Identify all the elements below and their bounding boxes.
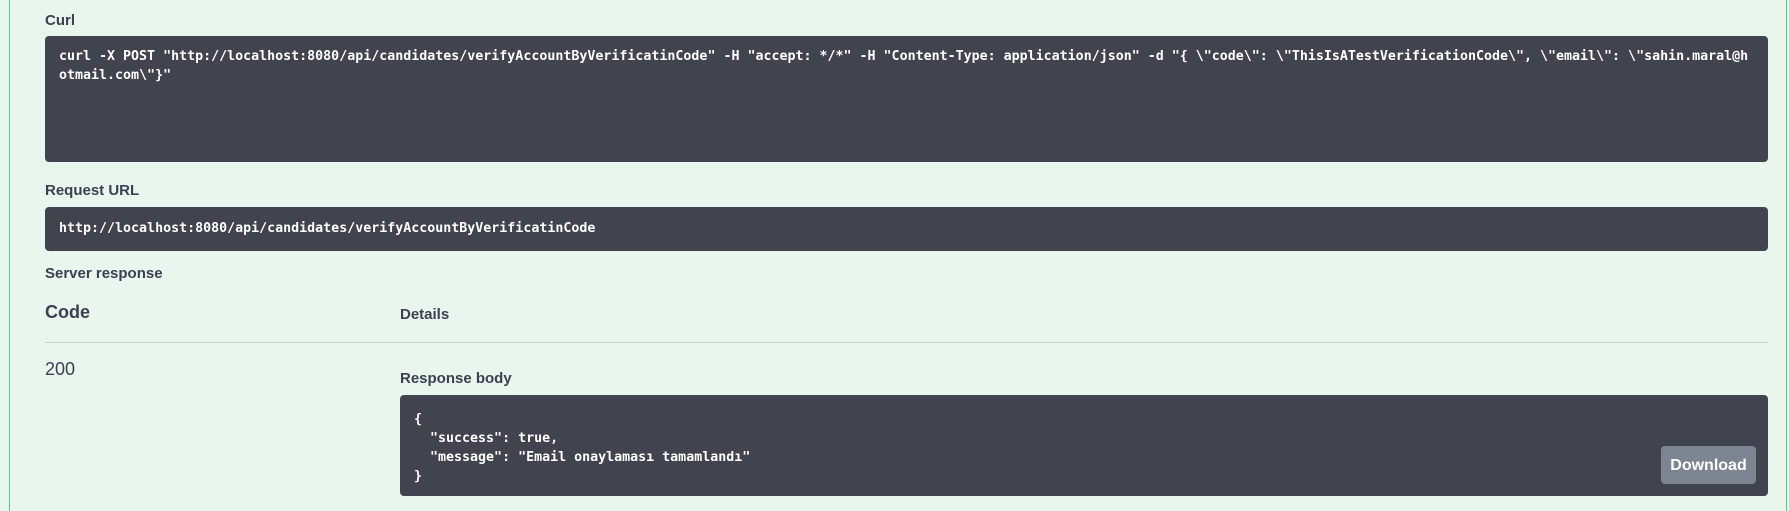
column-header-details: Details bbox=[400, 306, 450, 323]
response-panel: Curl curl -X POST "http://localhost:8080… bbox=[9, 0, 1787, 511]
server-response-label: Server response bbox=[45, 265, 163, 282]
request-url-label: Request URL bbox=[45, 182, 140, 199]
request-url-box[interactable]: http://localhost:8080/api/candidates/ver… bbox=[45, 207, 1768, 251]
column-header-code: Code bbox=[45, 302, 90, 322]
table-divider bbox=[45, 342, 1768, 343]
response-body-label: Response body bbox=[400, 370, 512, 387]
response-status-code: 200 bbox=[45, 359, 76, 379]
response-body[interactable]: { "success": true, "message": "Email ona… bbox=[400, 395, 1768, 496]
curl-label: Curl bbox=[45, 12, 75, 29]
curl-command-box[interactable]: curl -X POST "http://localhost:8080/api/… bbox=[45, 36, 1768, 162]
download-button[interactable]: Download bbox=[1661, 446, 1756, 484]
